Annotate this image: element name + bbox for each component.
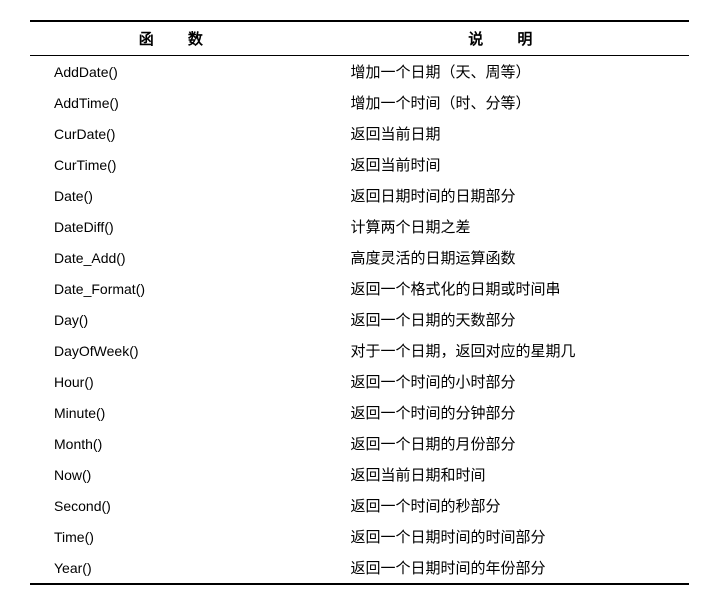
function-name: Time() (30, 521, 327, 552)
table-row: AddDate()增加一个日期（天、周等） (30, 56, 689, 88)
function-name: AddTime() (30, 87, 327, 118)
function-description: 增加一个时间（时、分等） (327, 87, 689, 118)
table-row: CurTime()返回当前时间 (30, 149, 689, 180)
table-row: Minute()返回一个时间的分钟部分 (30, 397, 689, 428)
function-name: DayOfWeek() (30, 335, 327, 366)
function-description: 返回当前时间 (327, 149, 689, 180)
function-name: Day() (30, 304, 327, 335)
function-description: 返回一个时间的秒部分 (327, 490, 689, 521)
function-name: Month() (30, 428, 327, 459)
table-row: Now()返回当前日期和时间 (30, 459, 689, 490)
table-row: DateDiff()计算两个日期之差 (30, 211, 689, 242)
function-description: 高度灵活的日期运算函数 (327, 242, 689, 273)
function-description: 返回当前日期和时间 (327, 459, 689, 490)
function-name: Date_Add() (30, 242, 327, 273)
function-description: 增加一个日期（天、周等） (327, 56, 689, 88)
function-table: 函 数 说 明 AddDate()增加一个日期（天、周等）AddTime()增加… (30, 20, 689, 585)
function-name: CurDate() (30, 118, 327, 149)
function-name: Year() (30, 552, 327, 584)
function-name: Now() (30, 459, 327, 490)
table-row: Day()返回一个日期的天数部分 (30, 304, 689, 335)
table-row: Second()返回一个时间的秒部分 (30, 490, 689, 521)
table-row: Month()返回一个日期的月份部分 (30, 428, 689, 459)
function-description: 返回当前日期 (327, 118, 689, 149)
table-row: CurDate()返回当前日期 (30, 118, 689, 149)
function-description: 返回一个日期时间的年份部分 (327, 552, 689, 584)
function-name: Minute() (30, 397, 327, 428)
function-name: CurTime() (30, 149, 327, 180)
function-name: Hour() (30, 366, 327, 397)
table-row: Year()返回一个日期时间的年份部分 (30, 552, 689, 584)
table-row: DayOfWeek()对于一个日期，返回对应的星期几 (30, 335, 689, 366)
function-name: DateDiff() (30, 211, 327, 242)
function-description: 返回一个日期的天数部分 (327, 304, 689, 335)
table-header-row: 函 数 说 明 (30, 21, 689, 56)
table-row: Date_Add()高度灵活的日期运算函数 (30, 242, 689, 273)
function-description: 计算两个日期之差 (327, 211, 689, 242)
header-description: 说 明 (327, 21, 689, 56)
function-description: 返回一个日期时间的时间部分 (327, 521, 689, 552)
function-name: Date_Format() (30, 273, 327, 304)
function-description: 对于一个日期，返回对应的星期几 (327, 335, 689, 366)
function-name: Second() (30, 490, 327, 521)
table-row: Hour()返回一个时间的小时部分 (30, 366, 689, 397)
table-body: AddDate()增加一个日期（天、周等）AddTime()增加一个时间（时、分… (30, 56, 689, 585)
function-description: 返回一个日期的月份部分 (327, 428, 689, 459)
function-name: Date() (30, 180, 327, 211)
function-description: 返回一个时间的分钟部分 (327, 397, 689, 428)
header-function: 函 数 (30, 21, 327, 56)
function-description: 返回一个时间的小时部分 (327, 366, 689, 397)
table-row: Time()返回一个日期时间的时间部分 (30, 521, 689, 552)
function-description: 返回一个格式化的日期或时间串 (327, 273, 689, 304)
function-name: AddDate() (30, 56, 327, 88)
table-row: Date()返回日期时间的日期部分 (30, 180, 689, 211)
function-description: 返回日期时间的日期部分 (327, 180, 689, 211)
table-row: Date_Format()返回一个格式化的日期或时间串 (30, 273, 689, 304)
table-row: AddTime()增加一个时间（时、分等） (30, 87, 689, 118)
